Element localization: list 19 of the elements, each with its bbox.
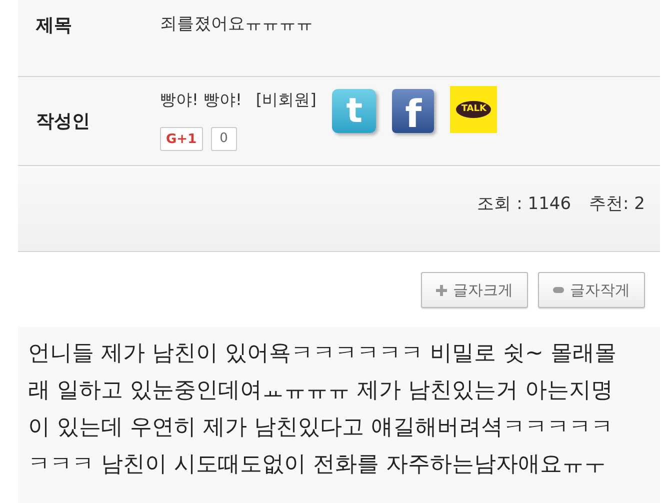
plusone-button[interactable]: G+1 <box>160 127 203 151</box>
facebook-icon[interactable]: f <box>392 89 434 133</box>
body-text-line: ㅋㅋㅋ 남친이 시도때도없이 전화를 자주하는남자애요ㅠㅜ <box>28 451 606 479</box>
field-label: 제목 <box>34 14 73 38</box>
plus-icon <box>436 284 447 296</box>
body-text-line: 래 일하고 있눈중인데여ㅛㅠㅠㅠ 제가 남친있는거 아는지명 <box>28 377 613 405</box>
font-size-button[interactable]: 글자크게 <box>421 272 528 308</box>
plusone-count: 0 <box>210 127 237 151</box>
view-count: 조회 : 1146 <box>477 192 572 216</box>
author-name: 빵야! 빵야! <box>160 89 242 111</box>
post-title: 죄를졌어요ㅠㅠㅠㅠ <box>160 13 313 36</box>
body-text-line: 이 있는데 우연히 제가 남친있다고 얘길해버려셕ㅋㅋㅋㅋㅋ <box>28 414 613 442</box>
member-tag: [비회원] <box>256 88 316 112</box>
field-label: 작성인 <box>35 110 91 134</box>
kakaotalk-icon[interactable]: TALK <box>450 86 498 133</box>
font-size-button[interactable]: 글자작게 <box>538 272 645 308</box>
minus-icon <box>553 287 564 293</box>
body-text-line: 언니들 제가 남친이 있어욕ㅋㅋㅋㅋㅋㅋ 비밀로 쉿~ 몰래몰 <box>28 340 616 368</box>
recommend-count: 추천: 2 <box>589 192 645 216</box>
